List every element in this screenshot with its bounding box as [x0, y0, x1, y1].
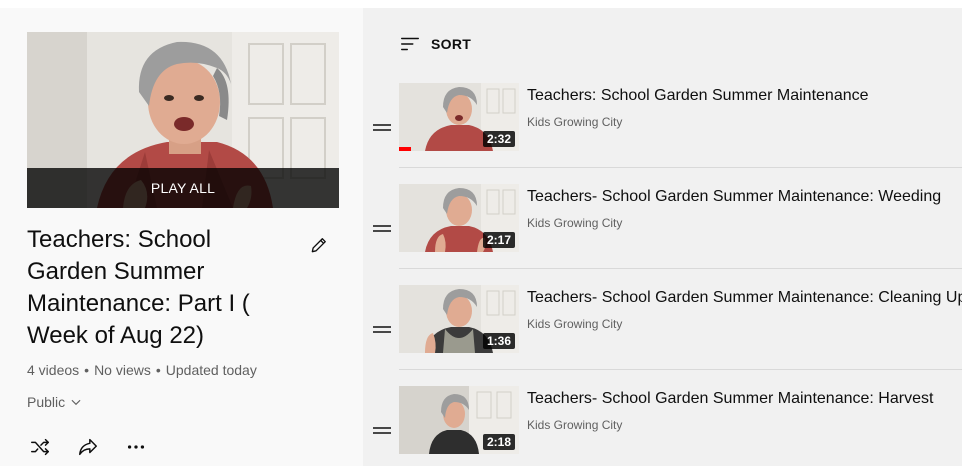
video-count: 4 videos — [27, 362, 80, 378]
drag-handle-icon — [373, 427, 391, 434]
playlist-item[interactable]: 1:36 Teachers- School Garden Summer Main… — [363, 279, 962, 379]
drag-handle[interactable] — [372, 380, 392, 466]
video-thumbnail[interactable]: 2:18 — [399, 386, 519, 454]
share-icon — [79, 438, 97, 456]
video-thumbnail[interactable]: 2:17 — [399, 184, 519, 252]
more-actions-button[interactable] — [123, 434, 149, 460]
privacy-label: Public — [27, 394, 66, 410]
play-all-button[interactable]: PLAY ALL — [27, 168, 339, 208]
share-button[interactable] — [75, 434, 101, 460]
video-title[interactable]: Teachers- School Garden Summer Maintenan… — [527, 390, 933, 408]
playlist-item[interactable]: 2:18 Teachers- School Garden Summer Main… — [363, 380, 962, 466]
video-duration: 2:18 — [482, 434, 515, 450]
video-title[interactable]: Teachers- School Garden Summer Maintenan… — [527, 188, 941, 206]
video-channel[interactable]: Kids Growing City — [527, 216, 622, 230]
video-thumbnail[interactable]: 2:32 — [399, 83, 519, 151]
video-title[interactable]: Teachers- School Garden Summer Maintenan… — [527, 289, 962, 307]
privacy-dropdown[interactable]: Public — [27, 394, 83, 410]
sort-icon — [401, 37, 419, 51]
playlist-item[interactable]: 2:17 Teachers- School Garden Summer Main… — [363, 178, 962, 278]
video-title[interactable]: Teachers: School Garden Summer Maintenan… — [527, 87, 869, 105]
playlist-stats: 4 videos • No views • Updated today — [27, 362, 257, 378]
sort-button[interactable]: SORT — [399, 33, 471, 55]
play-all-label: PLAY ALL — [150, 180, 216, 196]
more-horizontal-icon — [127, 445, 145, 449]
chevron-down-icon — [71, 399, 81, 406]
video-duration: 1:36 — [482, 333, 515, 349]
list-divider — [399, 167, 962, 168]
playlist-thumbnail[interactable]: PLAY ALL — [27, 32, 339, 208]
video-thumbnail[interactable]: 1:36 — [399, 285, 519, 353]
separator-dot: • — [155, 362, 161, 378]
sort-label: SORT — [431, 36, 472, 52]
playlist-item[interactable]: 2:32 Teachers: School Garden Summer Main… — [363, 77, 962, 177]
video-duration: 2:17 — [482, 232, 515, 248]
edit-title-button[interactable] — [306, 232, 332, 258]
drag-handle[interactable] — [372, 178, 392, 278]
playlist-title: Teachers: School Garden Summer Maintenan… — [27, 226, 250, 349]
playlist-actions — [27, 434, 149, 460]
video-channel[interactable]: Kids Growing City — [527, 115, 622, 129]
watch-progress-bar — [399, 147, 411, 151]
list-divider — [399, 369, 962, 370]
playlist-video-list: SORT 2:32 Teachers: School Garden Summer… — [363, 8, 962, 466]
view-count: No views — [94, 362, 151, 378]
shuffle-icon — [31, 438, 49, 456]
drag-handle[interactable] — [372, 77, 392, 177]
video-channel[interactable]: Kids Growing City — [527, 418, 622, 432]
updated-date: Updated today — [165, 362, 257, 378]
drag-handle-icon — [373, 326, 391, 333]
pencil-icon — [311, 238, 326, 253]
drag-handle-icon — [373, 124, 391, 131]
drag-handle[interactable] — [372, 279, 392, 379]
drag-handle-icon — [373, 225, 391, 232]
playlist-header-panel: PLAY ALL Teachers: School Garden Summer … — [0, 0, 363, 466]
list-divider — [399, 268, 962, 269]
shuffle-button[interactable] — [27, 434, 53, 460]
video-duration: 2:32 — [482, 131, 515, 147]
separator-dot: • — [84, 362, 90, 378]
video-channel[interactable]: Kids Growing City — [527, 317, 622, 331]
